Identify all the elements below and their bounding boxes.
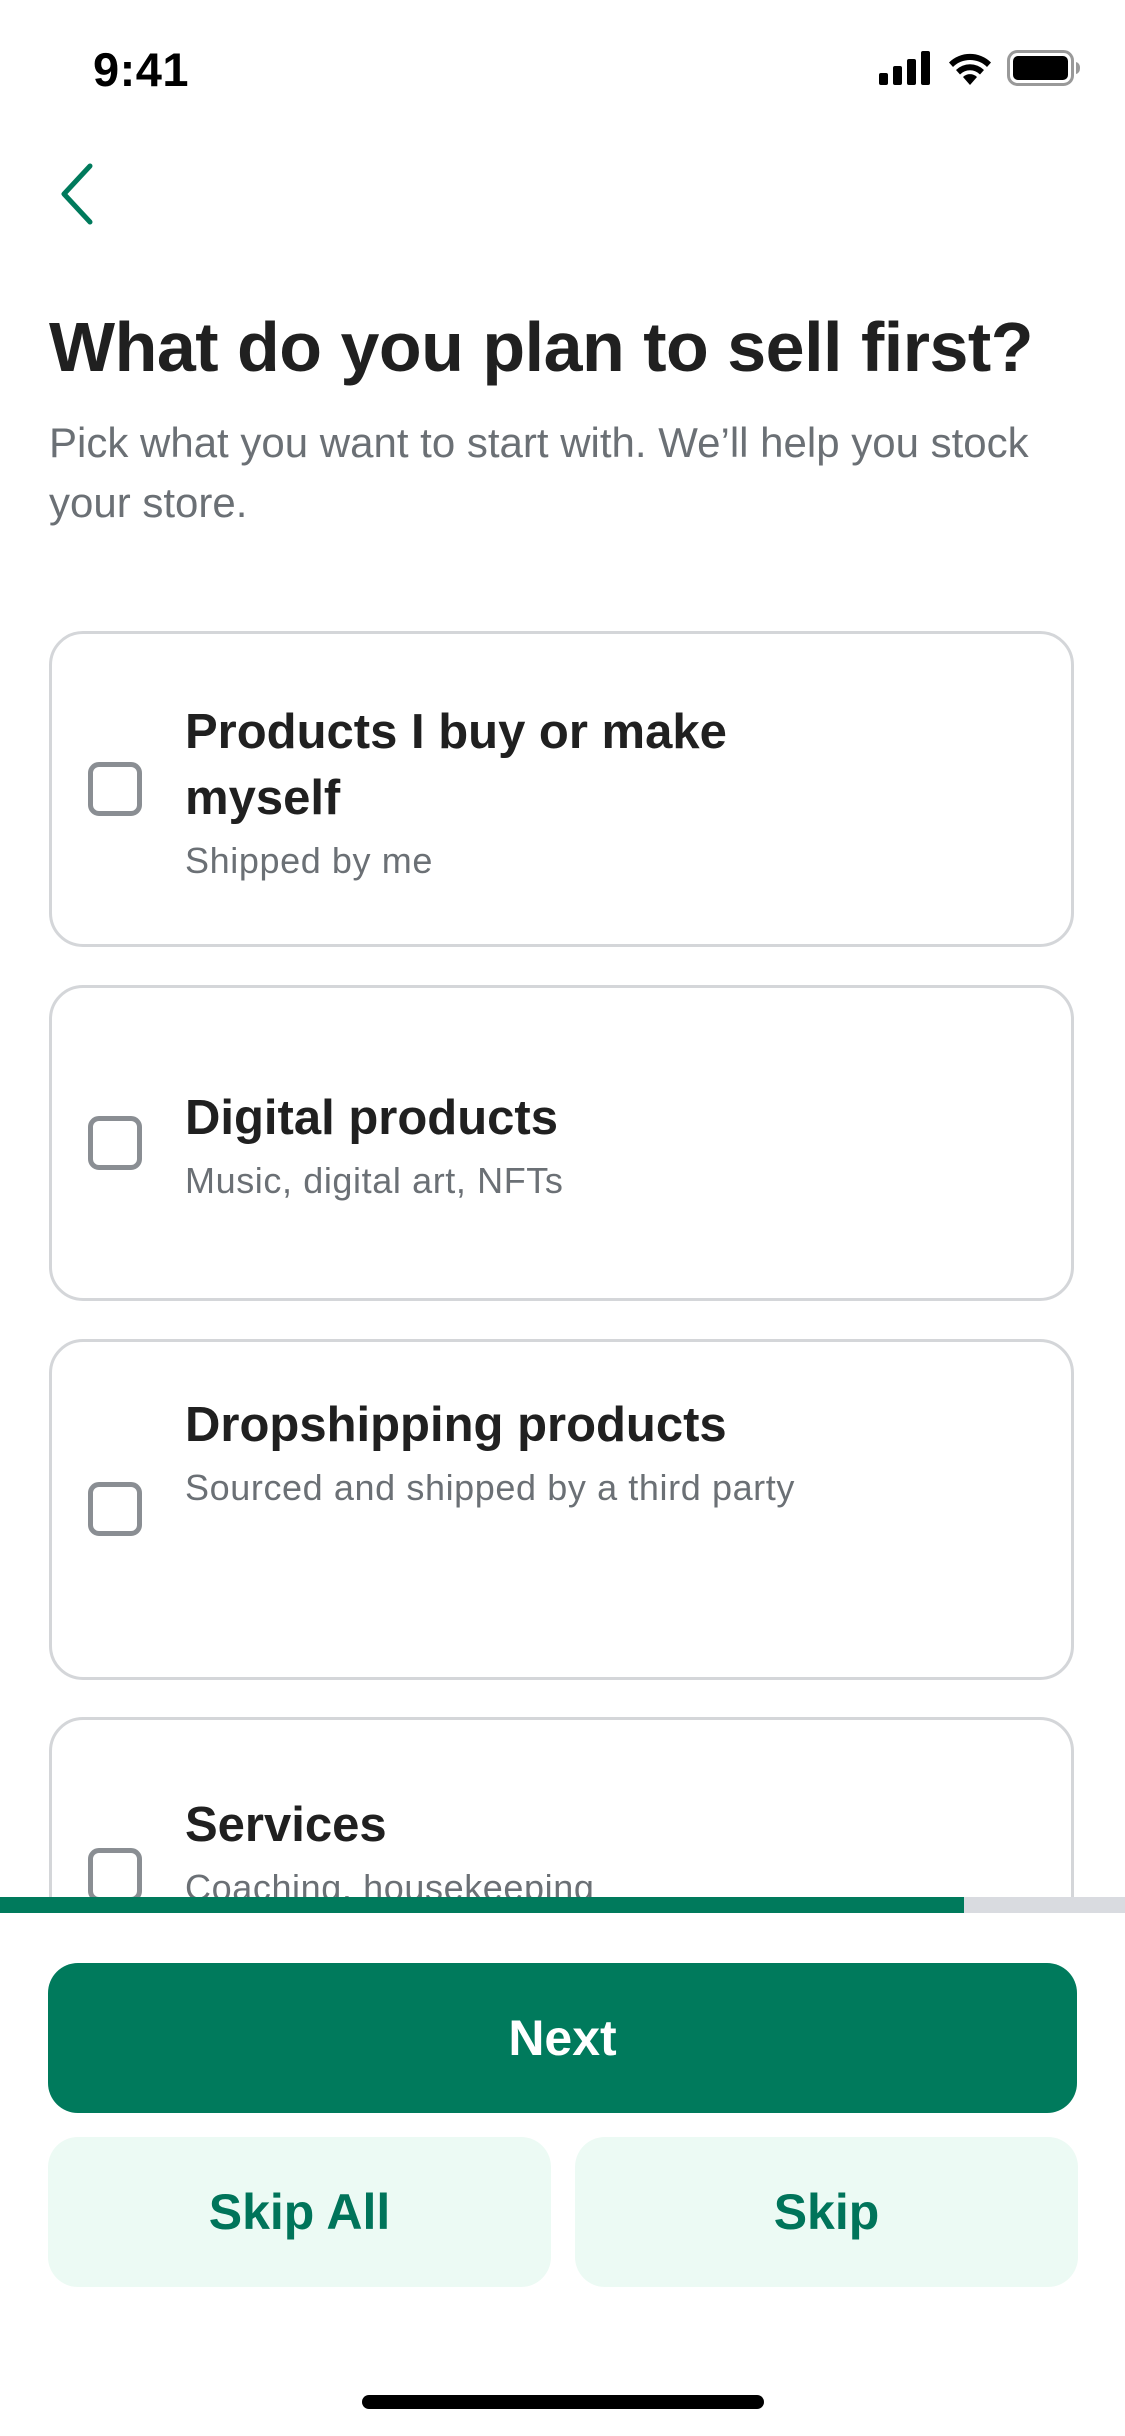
option-description: Sourced and shipped by a third party [185, 1467, 795, 1508]
option-description: Music, digital art, NFTs [185, 1160, 564, 1201]
option-title: Dropshipping products [185, 1398, 727, 1452]
option-checkbox[interactable] [88, 762, 142, 816]
option-checkbox[interactable] [88, 1482, 142, 1536]
option-title: Digital products [185, 1091, 558, 1145]
option-list: Products I buy or make myself Shipped by… [0, 0, 1125, 1897]
option-description: Coaching, housekeeping [185, 1867, 595, 1897]
option-digital-products[interactable]: Digital products Music, digital art, NFT… [49, 985, 1074, 1301]
progress-fill [0, 1897, 965, 1913]
skip-button[interactable]: Skip [575, 2137, 1078, 2287]
progress-bar [0, 1897, 1125, 1913]
option-services[interactable]: Services Coaching, housekeeping [49, 1717, 1074, 1897]
next-button[interactable]: Next [48, 1963, 1077, 2113]
option-description: Shipped by me [185, 840, 433, 881]
option-products-self[interactable]: Products I buy or make myself Shipped by… [49, 631, 1074, 947]
home-indicator [362, 2395, 764, 2409]
option-title: Products I buy or make myself [185, 705, 727, 825]
skip-all-button[interactable]: Skip All [48, 2137, 551, 2287]
option-checkbox[interactable] [88, 1116, 142, 1170]
option-checkbox[interactable] [88, 1848, 142, 1897]
option-title: Services [185, 1798, 387, 1852]
option-dropshipping[interactable]: Dropshipping products Sourced and shippe… [49, 1339, 1074, 1680]
